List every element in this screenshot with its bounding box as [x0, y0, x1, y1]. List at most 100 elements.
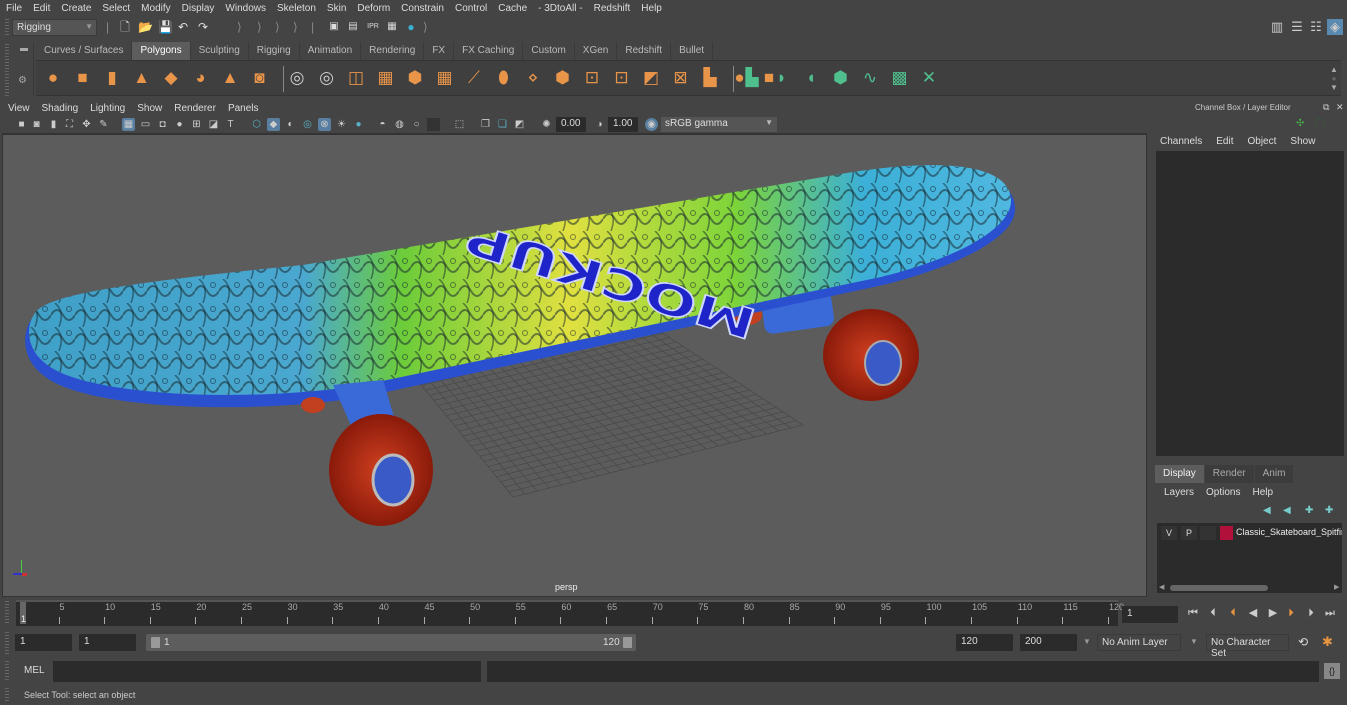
play-backward-icon[interactable]: ◀	[1246, 606, 1260, 620]
help-line-grip[interactable]	[5, 688, 9, 702]
script-language-toggle[interactable]: MEL	[24, 665, 45, 676]
bridge-icon[interactable]: ▦	[434, 67, 456, 89]
poly-pyramid-icon[interactable]: ▲	[219, 67, 241, 89]
collapse-icon[interactable]: ⟩	[275, 20, 280, 34]
axis-orient-icon[interactable]: ✣	[1296, 118, 1304, 129]
menu-help[interactable]: Help	[641, 3, 662, 14]
step-forward-frame-icon[interactable]: ⏵	[1284, 606, 1298, 620]
anim-layer-dropdown[interactable]: No Anim Layer	[1097, 634, 1181, 651]
shelf-tab-polygons[interactable]: Polygons	[132, 42, 191, 60]
layout-icon[interactable]: ✕	[918, 67, 940, 89]
screen-space-ao-icon[interactable]: ◓	[376, 118, 389, 131]
wireframe-on-shaded-icon[interactable]: ◎	[301, 118, 314, 131]
grid-icon[interactable]: ▦	[122, 118, 135, 131]
layer-visibility-toggle[interactable]: V	[1161, 526, 1177, 540]
menu-redshift[interactable]: Redshift	[594, 3, 631, 14]
playback-start-field[interactable]: 1	[79, 634, 136, 651]
field-chart-icon[interactable]: ⊞	[190, 118, 203, 131]
menu-constrain[interactable]: Constrain	[401, 3, 444, 14]
animation-start-field[interactable]: 1	[15, 634, 72, 651]
move-layer-down-icon[interactable]: ◀	[1283, 505, 1291, 516]
go-to-start-icon[interactable]: ⏮	[1186, 606, 1200, 620]
gamma-icon[interactable]: ◑	[593, 118, 606, 131]
menu-cache[interactable]: Cache	[498, 3, 527, 14]
shadows-icon[interactable]: ●	[352, 118, 365, 131]
shelf-tab-sculpting[interactable]: Sculpting	[190, 42, 249, 60]
bool-icon[interactable]: ▙	[699, 67, 721, 89]
shelf-tab-fx[interactable]: FX	[424, 42, 455, 60]
xray-icon[interactable]: ❐	[479, 118, 492, 131]
shelf-menu-icon[interactable]	[20, 48, 28, 51]
collapse-icon[interactable]: |	[311, 20, 314, 34]
multi-cut-icon[interactable]: ⬮	[493, 67, 515, 89]
attribute-editor-icon[interactable]: ☰	[1289, 19, 1305, 35]
layer-playback-toggle[interactable]: P	[1181, 526, 1197, 540]
layer-tab-render[interactable]: Render	[1204, 465, 1254, 483]
viewport-menu-show[interactable]: Show	[137, 103, 162, 114]
float-panel-icon[interactable]: ⧉	[1323, 102, 1329, 113]
use-all-lights-icon[interactable]: ☀	[335, 118, 348, 131]
layer-color-swatch[interactable]	[1220, 526, 1233, 540]
depth-of-field-icon[interactable]	[427, 118, 440, 131]
merge-icon[interactable]: ⊡	[611, 67, 633, 89]
film-gate-icon[interactable]: ▭	[139, 118, 152, 131]
menu-skeleton[interactable]: Skeleton	[277, 3, 316, 14]
chevron-down-icon[interactable]: ▼	[1083, 637, 1091, 646]
viewport-menu-panels[interactable]: Panels	[228, 103, 259, 114]
save-scene-icon[interactable]: 💾	[158, 20, 173, 34]
scroll-right-icon[interactable]: ▶	[1334, 583, 1339, 591]
smooth-icon[interactable]: ▦	[375, 67, 397, 89]
shelf-settings-gear-icon[interactable]: ⚙	[18, 75, 27, 86]
automatic-map-icon[interactable]: ⬢	[830, 67, 852, 89]
safe-title-icon[interactable]: T	[224, 118, 237, 131]
select-camera-icon[interactable]: ■	[15, 118, 28, 131]
mel-command-input[interactable]	[53, 661, 481, 682]
persp-viewport[interactable]: MOCKUP	[2, 134, 1147, 597]
color-space-dropdown[interactable]: sRGB gamma ▼	[661, 117, 777, 132]
grease-pencil-icon[interactable]: ✎	[97, 118, 110, 131]
xray-active-components-icon[interactable]: ◩	[513, 118, 526, 131]
menu-deform[interactable]: Deform	[357, 3, 390, 14]
isolate-select-icon[interactable]: ⬚	[453, 118, 466, 131]
channel-box-icon[interactable]: ◈	[1327, 19, 1343, 35]
layer-display-type-toggle[interactable]	[1200, 526, 1216, 540]
status-line-grip[interactable]	[5, 19, 9, 36]
modeling-toolkit-icon[interactable]: ▥	[1269, 19, 1285, 35]
poly-sphere-icon[interactable]: ●	[42, 67, 64, 89]
current-frame-field[interactable]: 1	[1122, 606, 1178, 623]
mirror-icon[interactable]: ◫	[345, 67, 367, 89]
menu-file[interactable]: File	[6, 3, 22, 14]
offset-edge-loop-icon[interactable]: ⊠	[670, 67, 692, 89]
chevron-down-icon[interactable]: ▼	[1190, 637, 1198, 646]
shelf-grip[interactable]	[5, 44, 9, 96]
extrude-icon[interactable]: ⬢	[404, 67, 426, 89]
range-end-handle[interactable]	[623, 637, 632, 648]
time-slider-grip[interactable]	[5, 601, 9, 625]
step-forward-key-icon[interactable]: ⏵	[1304, 606, 1318, 620]
manip-icon[interactable]: ◯	[1314, 118, 1325, 129]
layer-tab-display[interactable]: Display	[1155, 465, 1204, 483]
shelf-tab-custom[interactable]: Custom	[523, 42, 575, 60]
uv-editor-icon[interactable]: ▩	[889, 67, 911, 89]
use-default-material-icon[interactable]: ◐	[284, 118, 297, 131]
channel-list[interactable]	[1156, 151, 1344, 456]
render-frame-icon[interactable]: ▣	[327, 20, 341, 34]
planar-map-icon[interactable]: ▙	[741, 67, 763, 89]
menu-windows[interactable]: Windows	[225, 3, 266, 14]
play-forward-icon[interactable]: ▶	[1266, 606, 1280, 620]
undo-icon[interactable]: ↶	[176, 20, 190, 34]
exposure-field[interactable]: 0.00	[556, 117, 586, 132]
viewport-menu-lighting[interactable]: Lighting	[90, 103, 125, 114]
poly-cylinder-icon[interactable]: ▮	[101, 67, 123, 89]
safe-action-icon[interactable]: ◪	[207, 118, 220, 131]
spherical-map-icon[interactable]: ◖	[800, 67, 822, 89]
step-back-key-icon[interactable]: ⏴	[1206, 606, 1220, 620]
bevel-icon[interactable]: ⟋	[463, 67, 485, 89]
color-management-icon[interactable]: ◉	[645, 118, 658, 131]
shelf-scroll[interactable]: ▲ ● ▼	[1328, 65, 1340, 93]
render-sequence-icon[interactable]: ▤	[346, 20, 360, 34]
scroll-down-icon[interactable]: ▼	[1328, 83, 1340, 92]
textured-icon[interactable]: ⊗	[318, 118, 331, 131]
shelf-tab-animation[interactable]: Animation	[299, 42, 362, 60]
go-to-end-icon[interactable]: ⏭	[1323, 606, 1337, 620]
